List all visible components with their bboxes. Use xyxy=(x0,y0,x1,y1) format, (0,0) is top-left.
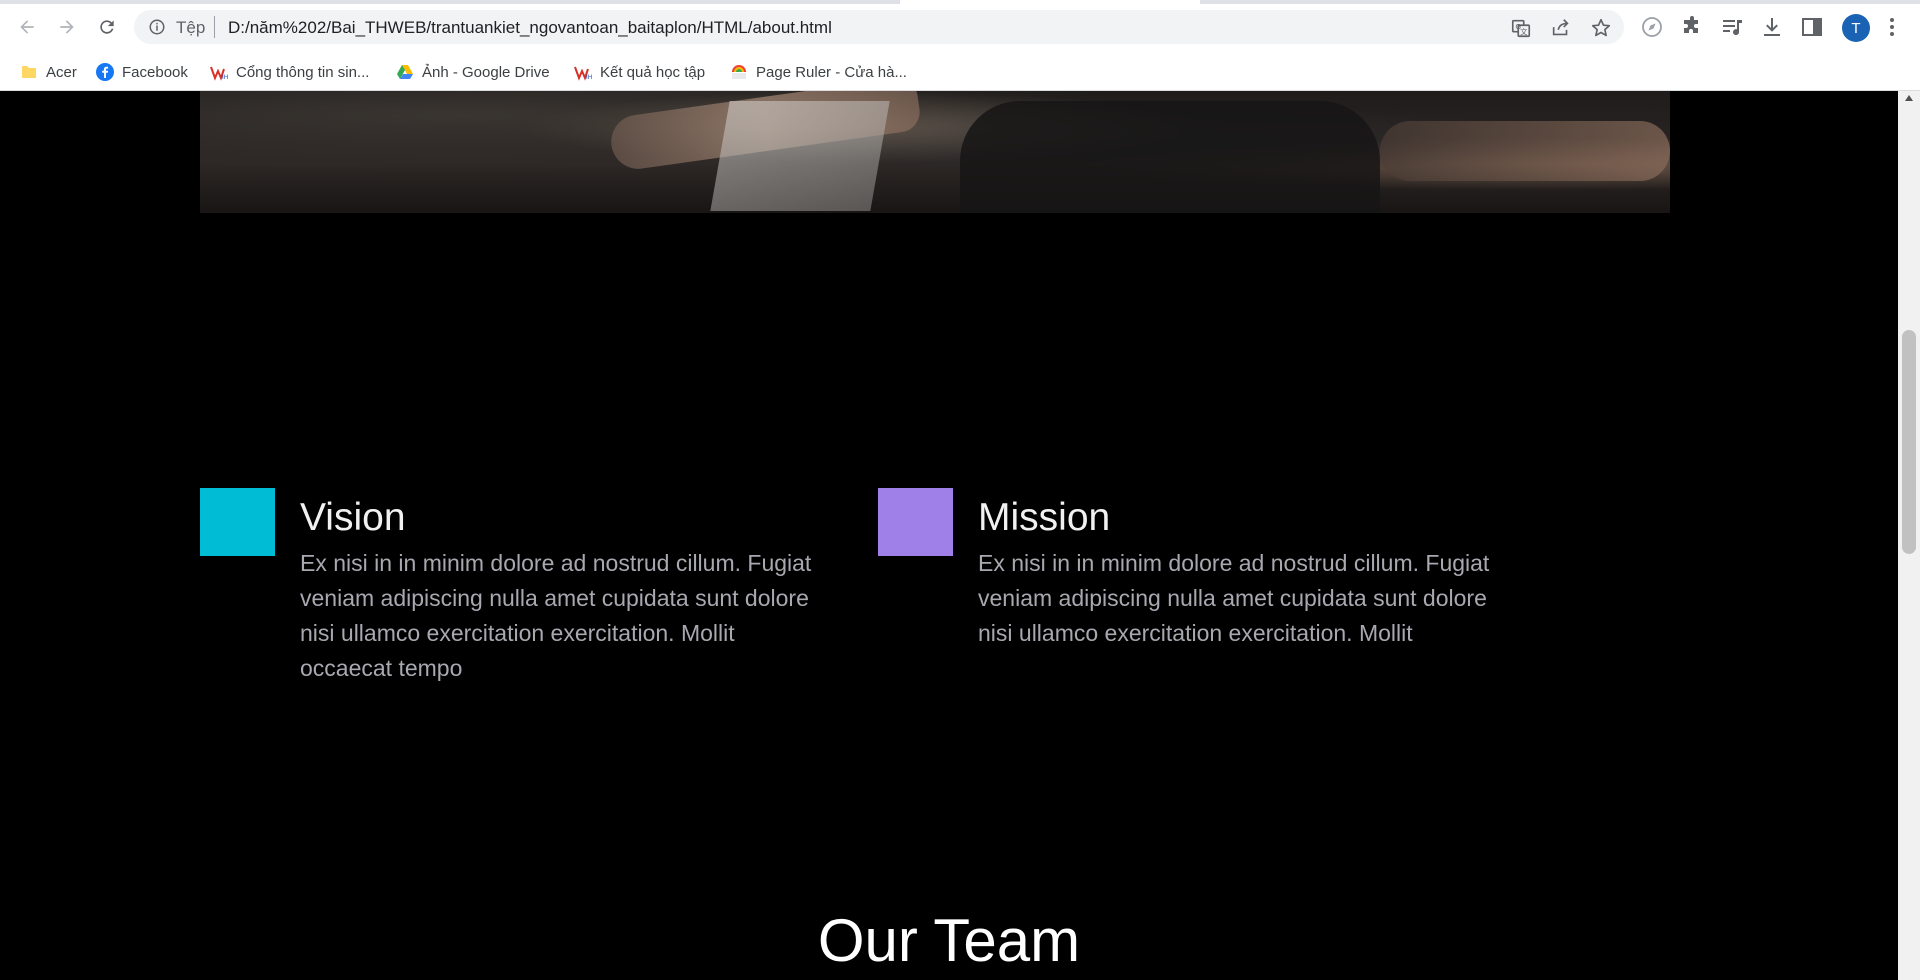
address-bar[interactable]: Tệp D:/năm%202/Bai_THWEB/trantuankiet_ng… xyxy=(134,10,1624,44)
mission-text: Ex nisi in in minim dolore ad nostrud ci… xyxy=(978,550,1490,646)
facebook-icon xyxy=(96,63,114,81)
vision-color-square xyxy=(200,488,275,556)
hero-image-detail xyxy=(1380,121,1670,181)
vision-text: Ex nisi in in minim dolore ad nostrud ci… xyxy=(300,550,812,681)
page-viewport: Vision Ex nisi in in minim dolore ad nos… xyxy=(0,91,1898,980)
download-icon[interactable] xyxy=(1760,15,1784,39)
mission-title: Mission xyxy=(978,496,1111,539)
svg-text:G: G xyxy=(1515,22,1521,31)
svg-text:文: 文 xyxy=(1520,27,1528,36)
translate-icon[interactable]: 文G xyxy=(1510,17,1532,39)
hero-image-detail xyxy=(960,101,1380,213)
folder-icon xyxy=(22,66,36,78)
star-icon[interactable] xyxy=(1590,17,1612,39)
bookmark-label: Facebook xyxy=(122,63,188,81)
menu-icon[interactable] xyxy=(1880,15,1904,39)
url-separator xyxy=(214,16,215,38)
bookmark-page-ruler[interactable]: Page Ruler - Cửa hà... xyxy=(730,54,907,90)
bookmark-ket-qua-hoc-tap[interactable]: IH Kết quả học tập xyxy=(574,54,705,90)
bookmark-label: Cổng thông tin sin... xyxy=(236,63,370,81)
url-scheme: Tệp xyxy=(176,18,206,37)
team-section-title: Our Team xyxy=(817,907,1081,974)
google-drive-icon xyxy=(397,65,413,79)
bookmarks-bar: Acer Facebook IH Cổng thông tin sin... Ả… xyxy=(0,54,1920,91)
browser-toolbar: Tệp D:/năm%202/Bai_THWEB/trantuankiet_ng… xyxy=(0,0,1920,54)
svg-text:IH: IH xyxy=(586,74,592,81)
bookmark-acer[interactable]: Acer xyxy=(20,54,77,90)
compass-icon[interactable] xyxy=(1640,15,1664,39)
hero-image-detail xyxy=(710,101,890,211)
bookmark-label: Kết quả học tập xyxy=(600,63,706,81)
svg-text:IH: IH xyxy=(222,74,228,81)
profile-avatar[interactable]: T xyxy=(1842,14,1870,42)
share-icon[interactable] xyxy=(1550,17,1572,39)
vnua-logo-icon: IH xyxy=(210,66,228,81)
bookmark-cong-thong-tin[interactable]: IH Cổng thông tin sin... xyxy=(210,54,369,90)
info-icon[interactable] xyxy=(148,18,166,36)
mission-color-square xyxy=(878,488,953,556)
hero-image xyxy=(200,91,1670,213)
vnua-logo-icon: IH xyxy=(574,66,592,81)
bookmark-label: Acer xyxy=(46,63,77,81)
scroll-up-arrow-icon[interactable] xyxy=(1905,95,1913,101)
forward-icon[interactable] xyxy=(54,14,80,40)
page-scrollbar[interactable] xyxy=(1898,91,1920,980)
chrome-store-icon xyxy=(732,65,746,79)
tab-strip-edge xyxy=(0,0,900,4)
reload-icon[interactable] xyxy=(94,14,120,40)
bookmark-facebook[interactable]: Facebook xyxy=(96,54,188,90)
bookmark-google-drive[interactable]: Ảnh - Google Drive xyxy=(396,54,550,90)
side-panel-icon[interactable] xyxy=(1800,15,1824,39)
media-icon[interactable] xyxy=(1720,15,1744,39)
extensions-icon[interactable] xyxy=(1680,15,1704,39)
scrollbar-thumb[interactable] xyxy=(1902,330,1916,554)
tab-strip-edge xyxy=(1200,0,1920,4)
vision-title: Vision xyxy=(300,496,406,539)
back-icon[interactable] xyxy=(14,14,40,40)
bookmark-label: Ảnh - Google Drive xyxy=(422,63,550,81)
url-text[interactable]: D:/năm%202/Bai_THWEB/trantuankiet_ngovan… xyxy=(228,18,832,38)
bookmark-label: Page Ruler - Cửa hà... xyxy=(756,63,907,81)
